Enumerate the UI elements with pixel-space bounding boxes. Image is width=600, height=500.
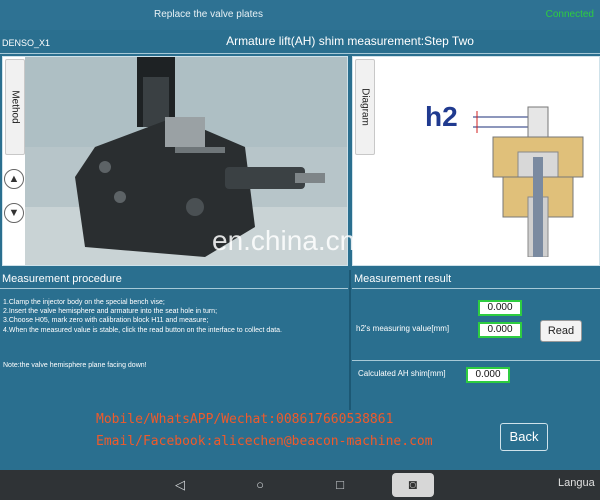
top-bar: Replace the valve plates Connected [0, 0, 600, 30]
procedure-steps: 1.Clamp the injector body on the special… [3, 298, 343, 335]
procedure-step: 2.Insert the valve hemisphere and armatu… [3, 308, 218, 316]
watermark-text: en.china.cn [212, 225, 356, 256]
title-divider [0, 53, 600, 54]
ah-shim-value: 0.000 [466, 367, 510, 383]
arrow-down-icon[interactable]: ▼ [4, 203, 24, 223]
procedure-header: Measurement procedure [2, 273, 122, 285]
connection-status: Connected [545, 9, 594, 20]
result-row-divider [352, 360, 600, 361]
result-divider [352, 288, 600, 289]
contact-mobile: Mobile/WhatsAPP/Wechat:008617660538861 [96, 412, 394, 427]
diagram-tab-label: Diagram [359, 88, 371, 126]
h2-value-top: 0.000 [478, 300, 522, 316]
read-button[interactable]: Read [540, 320, 582, 342]
back-button[interactable]: Back [500, 423, 548, 451]
procedure-step: 3.Choose H05, mark zero with calibration… [3, 317, 209, 325]
ah-shim-label: Calculated AH shim[mm] [358, 369, 446, 378]
topbar-title: Replace the valve plates [154, 9, 263, 20]
diagram-h2-label: h2 [425, 101, 458, 132]
result-header: Measurement result [354, 273, 452, 285]
circle-home-icon[interactable]: ○ [248, 470, 272, 500]
square-recent-icon[interactable]: □ [328, 470, 352, 500]
diagram-tab[interactable]: Diagram [355, 59, 375, 155]
h2-measuring-label: h2's measuring value[mm] [356, 324, 450, 333]
camera-icon[interactable]: ◙ [392, 473, 434, 497]
triangle-back-icon[interactable]: ◁ [168, 470, 192, 500]
procedure-step: 1.Clamp the injector body on the special… [3, 299, 165, 306]
language-button[interactable]: Langua [558, 477, 595, 489]
step-title: Armature lift(AH) shim measurement:Step … [226, 34, 474, 48]
section-separator [349, 270, 351, 410]
method-tab-label: Method [9, 90, 21, 124]
navigation-bar: ◁ ○ □ [0, 470, 600, 500]
diagram-panel: Diagram h2 [352, 56, 600, 266]
h2-value-field: 0.000 [478, 322, 522, 338]
contact-email: Email/Facebook:alicechen@beacon-machine.… [96, 434, 433, 449]
procedure-divider [0, 288, 348, 289]
procedure-note: Note:the valve hemisphere plane facing d… [3, 362, 147, 369]
procedure-step: 4.When the measured value is stable, cli… [3, 326, 282, 334]
injector-diagram [473, 106, 584, 257]
method-tab[interactable]: Method [5, 59, 25, 155]
arrow-up-icon[interactable]: ▲ [4, 169, 24, 189]
